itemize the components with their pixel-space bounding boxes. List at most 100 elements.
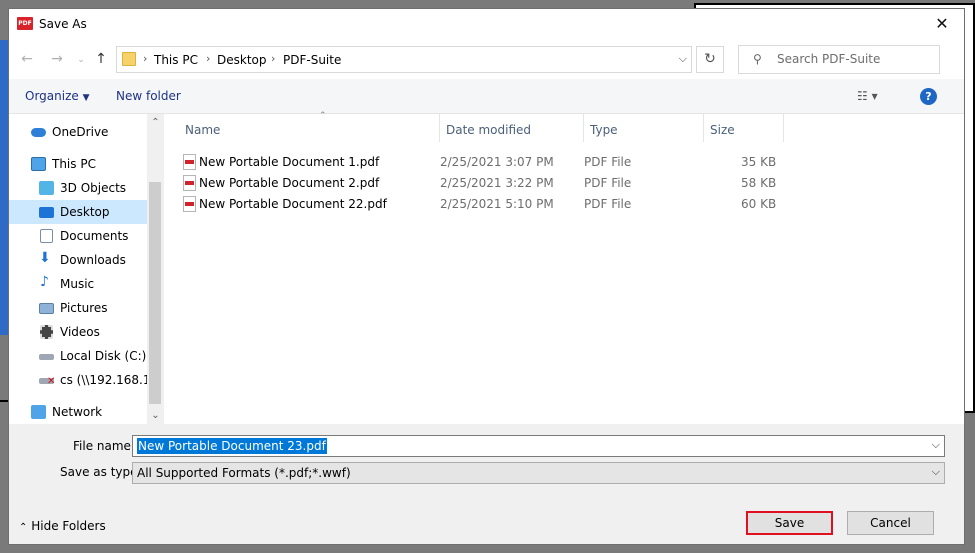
bottom-panel: File name: New Portable Document 23.pdf … — [9, 424, 964, 544]
chevron-down-icon[interactable]: ⌵ — [932, 465, 940, 479]
navigation-pane: OneDrive This PC 3D Objects Desktop Docu… — [9, 114, 164, 424]
file-date: 2/25/2021 3:22 PM — [440, 176, 554, 190]
cube-icon — [39, 181, 54, 195]
file-size: 58 KB — [741, 176, 777, 190]
sort-caret-icon: ⌃ — [319, 111, 327, 121]
sidebar-item-network[interactable]: Network — [9, 400, 147, 424]
caret-down-icon: ▼ — [82, 93, 90, 103]
file-name-value[interactable]: New Portable Document 23.pdf — [137, 438, 327, 454]
save-as-dialog: PDF Save As ✕ ← → ⌄ ↑ › This PC › Deskto… — [8, 8, 965, 545]
file-size: 60 KB — [741, 197, 777, 211]
chevron-right-icon[interactable]: › — [271, 52, 275, 65]
sidebar-item-label: Music — [60, 277, 95, 291]
sidebar-item-network-drive[interactable]: ✕ cs (\\192.168.1.3 — [9, 368, 162, 392]
file-size: 35 KB — [741, 155, 777, 169]
file-date: 2/25/2021 3:07 PM — [440, 155, 554, 169]
sidebar-item-music[interactable]: ♪ Music — [9, 272, 147, 296]
sidebar-item-label: Pictures — [60, 301, 108, 315]
network-icon — [31, 405, 46, 419]
hide-folders-button[interactable]: ⌃ Hide Folders — [19, 519, 106, 533]
search-icon: ⚲ — [753, 52, 762, 66]
address-bar[interactable]: › This PC › Desktop › PDF-Suite ⌵ — [116, 46, 692, 73]
scroll-down-icon[interactable]: ⌄ — [147, 407, 164, 424]
breadcrumb-pdf-suite[interactable]: PDF-Suite — [283, 53, 341, 67]
window-title: Save As — [39, 17, 87, 31]
organize-button[interactable]: Organize ▼ — [25, 89, 90, 103]
file-name: New Portable Document 1.pdf — [199, 155, 380, 169]
sidebar-item-pictures[interactable]: Pictures — [9, 296, 147, 320]
sidebar-item-label: 3D Objects — [60, 181, 127, 195]
download-arrow-icon: ⬇ — [39, 250, 51, 266]
up-arrow-icon[interactable]: ↑ — [91, 51, 111, 67]
sidebar-item-3d-objects[interactable]: 3D Objects — [9, 176, 147, 200]
sidebar-item-label: Downloads — [60, 253, 126, 267]
chevron-right-icon[interactable]: › — [206, 52, 210, 65]
command-bar: Organize ▼ New folder ☷ ▾ ? — [9, 79, 964, 114]
file-name-field[interactable]: New Portable Document 23.pdf ⌵ — [132, 435, 945, 457]
sidebar-item-desktop[interactable]: Desktop — [9, 200, 147, 224]
file-name: New Portable Document 2.pdf — [199, 176, 380, 190]
recent-locations-icon[interactable]: ⌄ — [71, 55, 91, 65]
column-header-size[interactable]: Size — [704, 114, 784, 142]
file-name: New Portable Document 22.pdf — [199, 197, 387, 211]
computer-icon — [31, 157, 46, 171]
chevron-down-icon[interactable]: ⌵ — [679, 52, 687, 66]
close-icon: ✕ — [935, 14, 949, 33]
pdf-file-icon — [183, 175, 196, 191]
file-date: 2/25/2021 5:10 PM — [440, 197, 554, 211]
column-header-name[interactable]: ⌃ Name — [179, 111, 440, 142]
file-type: PDF File — [584, 197, 632, 211]
sidebar-item-documents[interactable]: Documents — [9, 224, 147, 248]
forward-arrow-icon[interactable]: → — [47, 51, 67, 67]
sidebar-item-label: This PC — [52, 157, 96, 171]
film-icon — [40, 325, 53, 339]
search-box: ⚲ — [738, 45, 940, 74]
sidebar-item-downloads[interactable]: ⬇ Downloads — [9, 248, 147, 272]
sidebar-item-label: Videos — [60, 325, 100, 339]
cloud-icon — [31, 128, 46, 137]
sidebar-item-this-pc[interactable]: This PC — [9, 152, 147, 176]
view-options-icon[interactable]: ☷ ▾ — [857, 89, 878, 103]
chevron-right-icon[interactable]: › — [143, 52, 147, 65]
sidebar-item-label: Network — [52, 405, 103, 419]
cancel-button[interactable]: Cancel — [847, 511, 934, 535]
scroll-up-icon[interactable]: ⌃ — [147, 114, 164, 131]
breadcrumb-this-pc[interactable]: This PC — [154, 53, 198, 67]
close-button[interactable]: ✕ — [920, 9, 964, 39]
save-type-label: Save as type: — [60, 465, 142, 479]
scrollbar-thumb[interactable] — [149, 182, 161, 404]
save-button[interactable]: Save — [746, 511, 833, 535]
column-header-label: Date modified — [446, 123, 532, 137]
file-row[interactable]: New Portable Document 2.pdf 2/25/2021 3:… — [179, 173, 779, 194]
sidebar-item-onedrive[interactable]: OneDrive — [9, 120, 147, 144]
chevron-down-icon[interactable]: ⌵ — [932, 438, 940, 452]
sidebar-scrollbar[interactable]: ⌃ ⌄ — [147, 114, 164, 424]
file-type: PDF File — [584, 155, 632, 169]
sidebar-item-label: Desktop — [60, 205, 110, 219]
column-header-type[interactable]: Type — [584, 114, 704, 142]
save-type-select[interactable]: All Supported Formats (*.pdf;*.wwf) ⌵ — [132, 462, 945, 484]
new-folder-button[interactable]: New folder — [116, 89, 181, 103]
pdf-file-icon — [183, 196, 196, 212]
file-row[interactable]: New Portable Document 1.pdf 2/25/2021 3:… — [179, 152, 779, 173]
title-bar: PDF Save As ✕ — [9, 9, 964, 39]
desktop-icon — [39, 207, 54, 218]
breadcrumb-desktop[interactable]: Desktop — [217, 53, 267, 67]
help-icon[interactable]: ? — [920, 88, 937, 105]
sidebar-item-local-disk[interactable]: Local Disk (C:) — [9, 344, 147, 368]
file-name-label: File name: — [73, 439, 135, 453]
back-arrow-icon[interactable]: ← — [17, 51, 37, 67]
music-note-icon: ♪ — [40, 274, 49, 290]
search-input[interactable] — [777, 52, 932, 66]
navigation-bar: ← → ⌄ ↑ › This PC › Desktop › PDF-Suite … — [9, 39, 964, 79]
caret-up-icon: ⌃ — [19, 522, 28, 533]
file-list: ⌃ Name Date modified Type Size New Porta… — [164, 111, 951, 424]
organize-label: Organize — [25, 89, 79, 103]
save-type-value: All Supported Formats (*.pdf;*.wwf) — [137, 466, 351, 480]
file-row[interactable]: New Portable Document 22.pdf 2/25/2021 5… — [179, 194, 779, 215]
refresh-button[interactable]: ↻ — [696, 46, 724, 73]
sidebar-item-videos[interactable]: Videos — [9, 320, 147, 344]
column-header-label: Name — [185, 123, 221, 137]
content-area: OneDrive This PC 3D Objects Desktop Docu… — [9, 111, 964, 424]
column-header-date[interactable]: Date modified — [440, 114, 584, 142]
